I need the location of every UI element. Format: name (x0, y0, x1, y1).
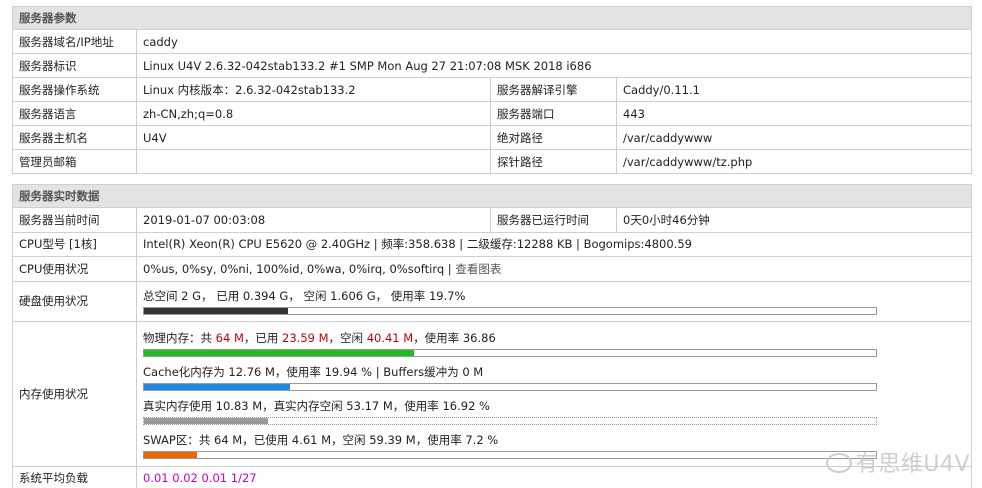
table-row: 服务器操作系统 Linux 内核版本：2.6.32-042stab133.2 服… (12, 77, 972, 102)
swap-fill (144, 451, 197, 458)
uptime-value: 0天0小时46分钟 (616, 207, 972, 233)
table-row: 硬盘使用状况 总空间 2 G， 已用 0.394 G， 空闲 1.606 G， … (12, 280, 972, 322)
disk-usage-cell: 总空间 2 G， 已用 0.394 G， 空闲 1.606 G， 使用率 19.… (136, 280, 972, 322)
abs-path-label: 绝对路径 (490, 125, 617, 150)
watermark-text: 有思维U4V (855, 452, 970, 477)
phys-rate: ，使用率 36.86 (413, 330, 496, 345)
hostname-label: 服务器主机名 (12, 125, 137, 150)
table-row: 服务器主机名 U4V 绝对路径 /var/caddywww (12, 125, 972, 150)
physical-memory-block: 物理内存：共 64 M，已用 23.59 M，空闲 40.41 M，使用率 36… (143, 326, 965, 360)
admin-email-label: 管理员邮箱 (12, 149, 137, 174)
real-memory-fill (144, 417, 268, 424)
port-value: 443 (616, 101, 972, 126)
os-value: Linux 内核版本：2.6.32-042stab133.2 (136, 77, 491, 102)
server-id-label: 服务器标识 (12, 53, 137, 78)
phys-prefix: 物理内存：共 (143, 330, 216, 345)
cpu-usage-value: 0%us, 0%sy, 0%ni, 100%id, 0%wa, 0%irq, 0… (143, 261, 456, 276)
server-id-value: Linux U4V 2.6.32-042stab133.2 #1 SMP Mon… (136, 53, 972, 78)
physical-memory-fill (144, 349, 414, 356)
memory-usage-cell: 物理内存：共 64 M，已用 23.59 M，空闲 40.41 M，使用率 36… (136, 320, 972, 467)
port-label: 服务器端口 (490, 101, 617, 126)
domain-value: caddy (136, 29, 972, 54)
cache-memory-bar (143, 382, 877, 391)
phys-total: 64 M (215, 330, 244, 345)
memory-usage-label: 内存使用状况 (12, 320, 137, 467)
language-value: zh-CN,zh;q=0.8 (136, 101, 491, 126)
real-memory-block: 真实内存使用 10.83 M，真实内存空闲 53.17 M，使用率 16.92 … (143, 394, 965, 428)
disk-usage-fill (144, 307, 289, 314)
phys-free: 40.41 M (366, 330, 414, 345)
probe-path-value: /var/caddywww/tz.php (616, 149, 972, 174)
phys-used: 23.59 M (282, 330, 329, 345)
server-params-header: 服务器参数 (12, 6, 972, 30)
disk-usage-text: 总空间 2 G， 已用 0.394 G， 空闲 1.606 G， 使用率 19.… (143, 288, 466, 303)
weibo-logo-icon (825, 453, 852, 473)
table-row: CPU使用状况 0%us, 0%sy, 0%ni, 100%id, 0%wa, … (12, 256, 972, 282)
domain-label: 服务器域名/IP地址 (12, 29, 137, 54)
disk-usage-label: 硬盘使用状况 (12, 280, 137, 322)
real-memory-text: 真实内存使用 10.83 M，真实内存空闲 53.17 M，使用率 16.92 … (143, 398, 490, 413)
probe-path-label: 探针路径 (490, 149, 617, 174)
engine-value: Caddy/0.11.1 (616, 77, 972, 102)
view-chart-link[interactable]: 查看图表 (455, 262, 501, 276)
table-row: 服务器当前时间 2019-01-07 00:03:08 服务器已运行时间 0天0… (12, 207, 972, 233)
physical-memory-bar (143, 348, 877, 357)
language-label: 服务器语言 (12, 101, 137, 126)
phys-free-prefix: ，空闲 (328, 330, 367, 345)
swap-bar (143, 450, 877, 459)
table-row: 服务器语言 zh-CN,zh;q=0.8 服务器端口 443 (12, 101, 972, 126)
abs-path-value: /var/caddywww (616, 125, 972, 150)
physical-memory-text: 物理内存：共 64 M，已用 23.59 M，空闲 40.41 M，使用率 36… (143, 330, 965, 346)
cpu-model-label: CPU型号 [1核] (12, 231, 137, 257)
table-row: 服务器域名/IP地址 caddy (12, 29, 972, 54)
os-label: 服务器操作系统 (12, 77, 137, 102)
engine-label: 服务器解译引擎 (490, 77, 617, 102)
real-memory-bar (143, 416, 877, 425)
disk-usage-bar (143, 306, 877, 315)
realtime-data-table: 服务器实时数据 服务器当前时间 2019-01-07 00:03:08 服务器已… (12, 184, 972, 488)
current-time-label: 服务器当前时间 (12, 207, 137, 233)
table-row: CPU型号 [1核] Intel(R) Xeon(R) CPU E5620 @ … (12, 231, 972, 257)
realtime-header: 服务器实时数据 (12, 184, 972, 208)
load-average-label: 系统平均负载 (12, 465, 137, 488)
cpu-usage-label: CPU使用状况 (12, 256, 137, 282)
table-row: 内存使用状况 物理内存：共 64 M，已用 23.59 M，空闲 40.41 M… (12, 320, 972, 467)
cpu-model-value: Intel(R) Xeon(R) CPU E5620 @ 2.40GHz | 频… (136, 231, 972, 257)
cache-memory-text: Cache化内存为 12.76 M，使用率 19.94 % | Buffers缓… (143, 364, 484, 379)
admin-email-value (136, 149, 491, 174)
phys-used-prefix: ，已用 (243, 330, 283, 345)
cache-memory-block: Cache化内存为 12.76 M，使用率 19.94 % | Buffers缓… (143, 360, 965, 394)
current-time-value: 2019-01-07 00:03:08 (136, 207, 491, 233)
uptime-label: 服务器已运行时间 (490, 207, 617, 233)
server-params-table: 服务器参数 服务器域名/IP地址 caddy 服务器标识 Linux U4V 2… (12, 6, 972, 174)
table-row: 管理员邮箱 探针路径 /var/caddywww/tz.php (12, 149, 972, 174)
hostname-value: U4V (136, 125, 491, 150)
weibo-watermark: 有思维U4V (825, 446, 970, 478)
table-row: 服务器标识 Linux U4V 2.6.32-042stab133.2 #1 S… (12, 53, 972, 78)
cache-memory-fill (144, 383, 290, 390)
cpu-usage-cell: 0%us, 0%sy, 0%ni, 100%id, 0%wa, 0%irq, 0… (136, 256, 972, 282)
